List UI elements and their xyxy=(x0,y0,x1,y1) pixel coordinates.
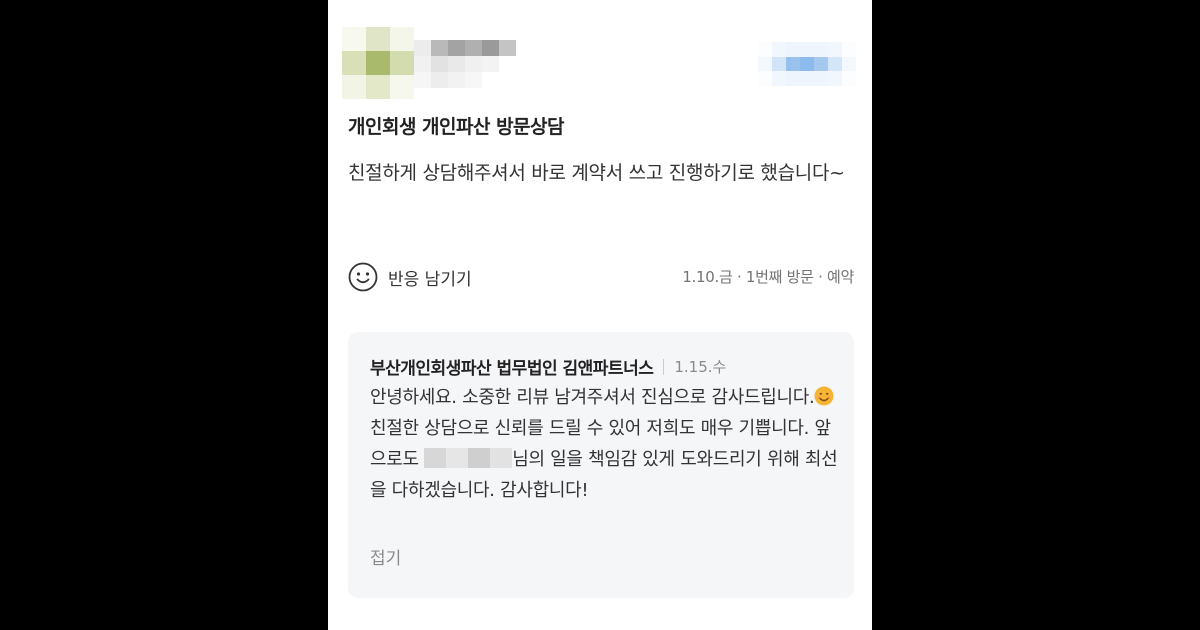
review-body: 친절하게 상담해주셔서 바로 계약서 쓰고 진행하기로 했습니다~ xyxy=(348,162,845,184)
follow-button-blurred[interactable] xyxy=(758,42,856,86)
fold-button[interactable]: 접기 xyxy=(370,544,401,569)
reviewer-name-blurred xyxy=(414,40,516,88)
leave-reaction-button[interactable]: 반응 남기기 xyxy=(348,260,472,294)
reply-date: 1.15.수 xyxy=(674,358,727,376)
avatar[interactable] xyxy=(342,27,414,99)
customer-name-blurred xyxy=(424,448,513,468)
smile-icon xyxy=(348,262,378,292)
smiling-face-icon xyxy=(814,386,834,406)
review-title: 개인회생 개인파산 방문상담 xyxy=(348,116,565,138)
reply-body: 안녕하세요. 소중한 리뷰 남겨주셔서 진심으로 감사드립니다. 친절한 상담으… xyxy=(370,382,840,506)
owner-reply: 부산개인회생파산 법무법인 김앤파트너스 1.15.수 안녕하세요. 소중한 리… xyxy=(348,332,854,598)
reply-header: 부산개인회생파산 법무법인 김앤파트너스 1.15.수 xyxy=(370,354,726,379)
review-card: 개인회생 개인파산 방문상담 친절하게 상담해주셔서 바로 계약서 쓰고 진행하… xyxy=(328,0,872,630)
leave-reaction-label: 반응 남기기 xyxy=(388,269,472,290)
visit-meta: 1.10.금 · 1번째 방문 · 예약 xyxy=(682,268,854,286)
reply-text-part1: 안녕하세요. 소중한 리뷰 남겨주셔서 진심으로 감사드립니다. xyxy=(370,387,815,408)
reply-owner-name: 부산개인회생파산 법무법인 김앤파트너스 xyxy=(370,359,654,379)
divider xyxy=(663,358,665,375)
